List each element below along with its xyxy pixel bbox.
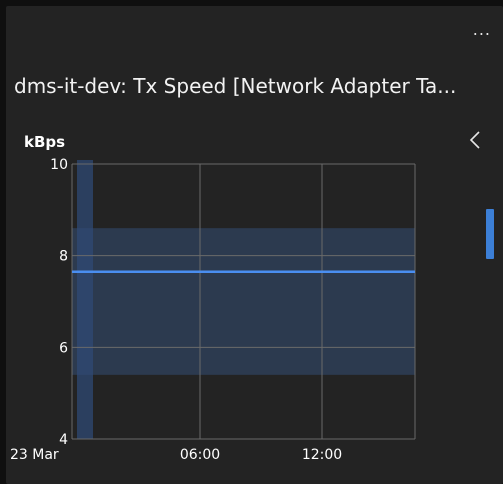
chart-widget: ... dms-it-dev: Tx Speed [Network Adapte… xyxy=(6,6,503,484)
y-tick-label: 8 xyxy=(59,249,68,265)
x-tick-label: 12:00 xyxy=(302,447,342,463)
highlight-column xyxy=(77,160,93,439)
y-tick-label: 4 xyxy=(59,432,68,448)
x-tick-label: 23 Mar xyxy=(10,447,59,463)
band-area xyxy=(72,228,415,375)
y-tick-label: 10 xyxy=(50,157,68,173)
line-chart: 4 6 8 10 23 Mar 06:00 12:00 xyxy=(10,157,416,463)
x-tick-label: 06:00 xyxy=(180,447,220,463)
y-tick-label: 6 xyxy=(59,340,68,356)
